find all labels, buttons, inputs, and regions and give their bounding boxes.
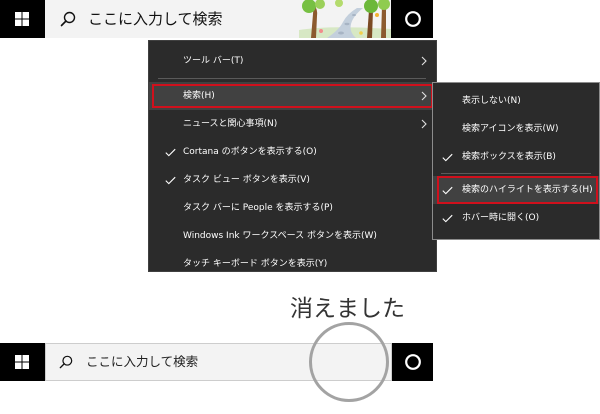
cortana-button[interactable] <box>391 343 433 381</box>
taskbar-search-box[interactable]: ここに入力して検索 <box>45 0 391 38</box>
menu-item-label: ホバー時に開く(O) <box>462 213 540 223</box>
cortana-button[interactable] <box>391 0 433 38</box>
menu-item-show-touch-keyboard[interactable]: タッチ キーボード ボタンを表示(Y) <box>149 250 436 271</box>
submenu-item-show-search-icon[interactable]: 検索アイコンを表示(W) <box>433 115 599 143</box>
search-placeholder: ここに入力して検索 <box>88 10 223 28</box>
menu-item-toolbars[interactable]: ツール バー(T) <box>149 47 436 75</box>
search-icon <box>59 355 73 369</box>
menu-separator <box>149 75 436 82</box>
chevron-right-icon <box>421 119 427 129</box>
search-highlight-illustration <box>299 0 391 38</box>
menu-item-label: Windows Ink ワークスペース ボタンを表示(W) <box>183 231 377 241</box>
menu-item-label: タッチ キーボード ボタンを表示(Y) <box>183 259 328 269</box>
highlight-annotation-box <box>437 176 598 204</box>
menu-item-label: ニュースと関心事項(N) <box>183 119 278 129</box>
menu-item-show-windows-ink[interactable]: Windows Ink ワークスペース ボタンを表示(W) <box>149 222 436 250</box>
search-submenu: 表示しない(N) 検索アイコンを表示(W) 検索ボックスを表示(B) 検索のハイ… <box>432 82 600 240</box>
chevron-right-icon <box>421 56 427 66</box>
search-icon <box>60 11 76 27</box>
cortana-icon <box>405 11 421 27</box>
menu-item-label: 表示しない(N) <box>462 96 521 106</box>
windows-logo-icon <box>15 12 29 26</box>
menu-item-label: ツール バー(T) <box>183 56 244 66</box>
taskbar-context-menu: ツール バー(T) 検索(H) ニュースと関心事項(N) Cortana のボタ… <box>148 40 437 272</box>
submenu-item-open-on-hover[interactable]: ホバー時に開く(O) <box>433 204 599 232</box>
taskbar-top: ここに入力して検索 <box>0 0 433 38</box>
menu-item-show-cortana-button[interactable]: Cortana のボタンを表示する(O) <box>149 138 436 166</box>
checkmark-icon <box>165 176 176 185</box>
menu-item-label: タスク バーに People を表示する(P) <box>183 203 333 213</box>
caption-text: 消えました <box>290 296 405 322</box>
menu-item-show-people[interactable]: タスク バーに People を表示する(P) <box>149 194 436 222</box>
checkmark-icon <box>442 153 453 162</box>
menu-item-news-and-interests[interactable]: ニュースと関心事項(N) <box>149 110 436 138</box>
checkmark-icon <box>442 214 453 223</box>
start-button[interactable] <box>0 343 45 381</box>
windows-logo-icon <box>15 355 29 369</box>
menu-item-show-task-view-button[interactable]: タスク ビュー ボタンを表示(V) <box>149 166 436 194</box>
checkmark-icon <box>165 148 176 157</box>
menu-item-label: 検索ボックスを表示(B) <box>462 152 556 162</box>
menu-item-label: タスク ビュー ボタンを表示(V) <box>183 175 310 185</box>
menu-item-label: Cortana のボタンを表示する(O) <box>183 147 317 157</box>
submenu-item-show-search-highlights[interactable]: 検索のハイライトを表示する(H) <box>433 176 599 204</box>
menu-item-search[interactable]: 検索(H) <box>149 82 436 110</box>
circle-annotation <box>309 322 389 402</box>
highlight-annotation-box <box>152 84 433 108</box>
search-placeholder: ここに入力して検索 <box>86 354 199 369</box>
start-button[interactable] <box>0 0 45 38</box>
submenu-item-hidden[interactable]: 表示しない(N) <box>433 87 599 115</box>
menu-item-label: 検索アイコンを表示(W) <box>462 124 559 134</box>
submenu-item-show-search-box[interactable]: 検索ボックスを表示(B) <box>433 143 599 171</box>
cortana-icon <box>405 354 421 370</box>
